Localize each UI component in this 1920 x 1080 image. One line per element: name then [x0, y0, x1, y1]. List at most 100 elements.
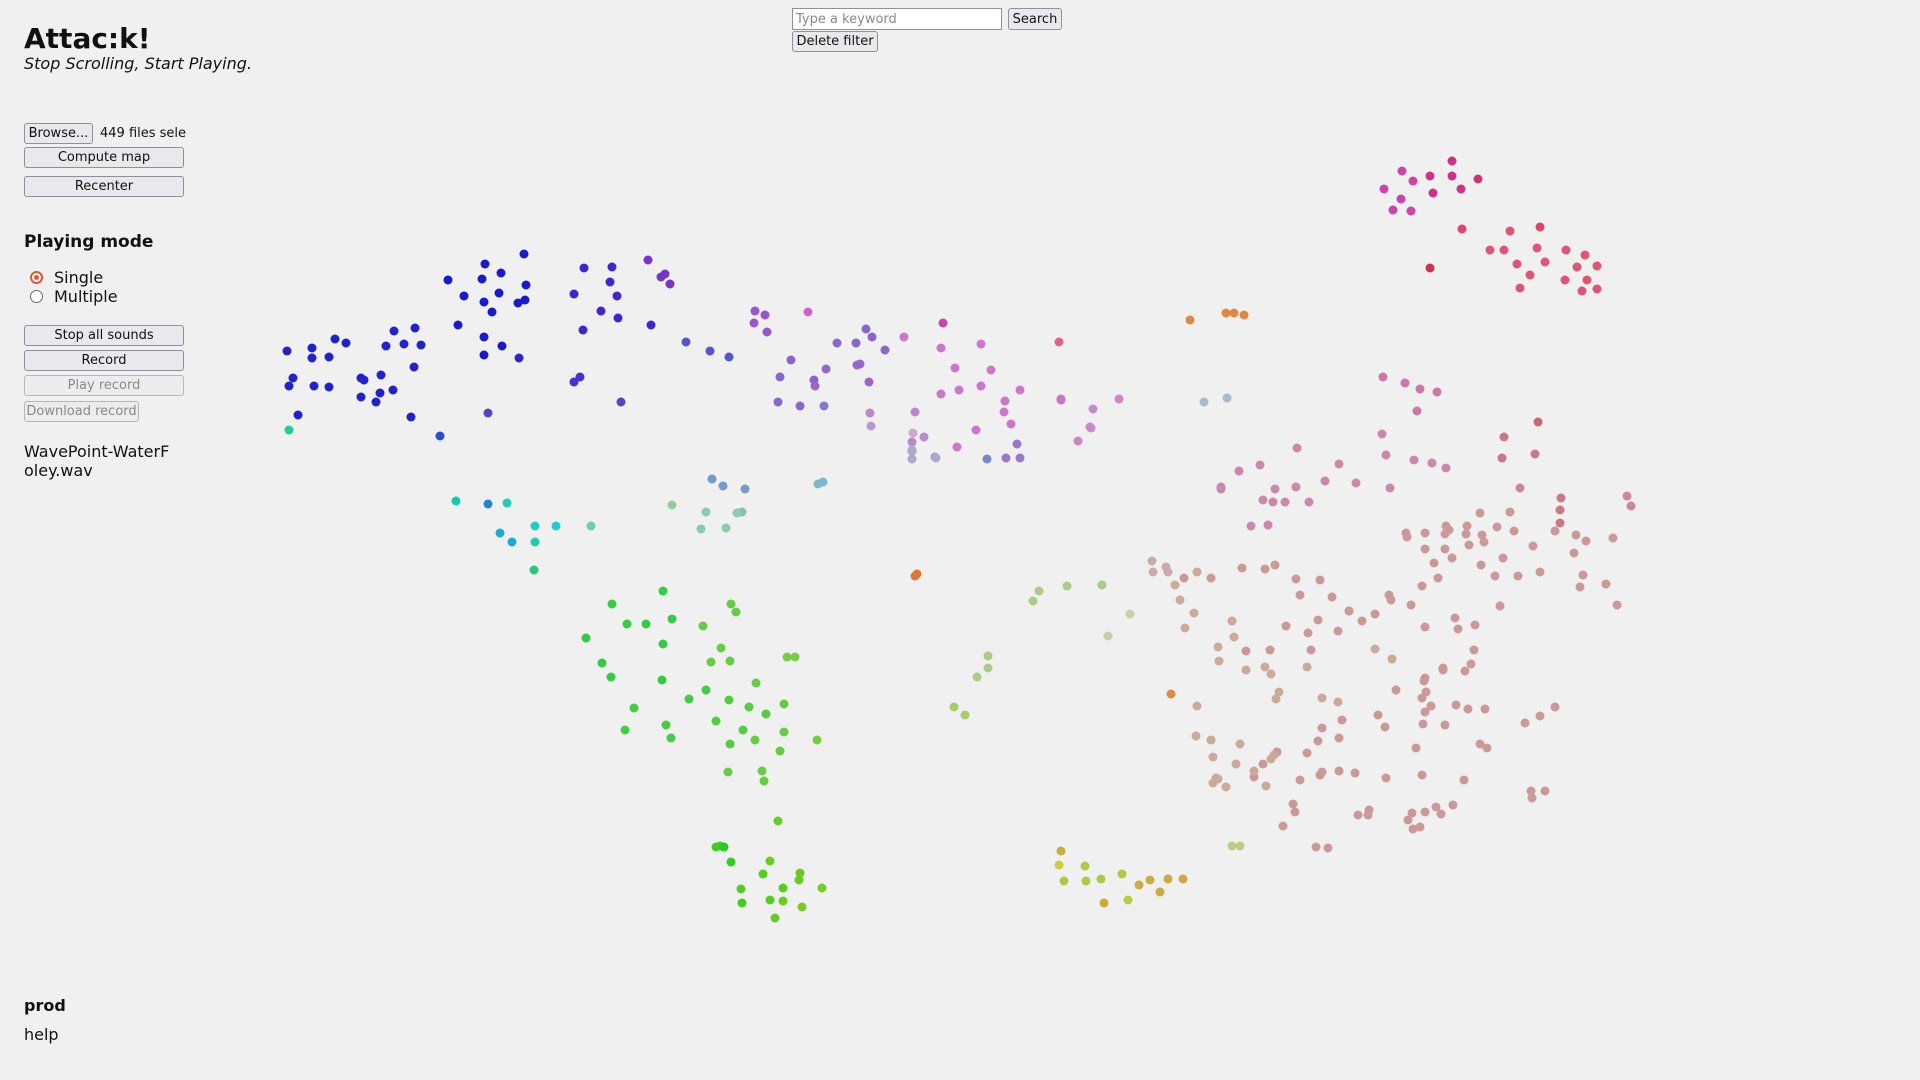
sound-point[interactable]	[775, 746, 785, 756]
sound-point[interactable]	[912, 569, 922, 579]
sound-point[interactable]	[1403, 815, 1413, 825]
sound-point[interactable]	[1378, 372, 1388, 382]
sound-map[interactable]	[0, 0, 1920, 1080]
sound-point[interactable]	[681, 337, 691, 347]
sound-point[interactable]	[938, 318, 948, 328]
sound-point[interactable]	[1540, 786, 1550, 796]
sound-point[interactable]	[1155, 887, 1165, 897]
sound-point[interactable]	[1406, 206, 1416, 216]
sound-point[interactable]	[773, 397, 783, 407]
sound-point[interactable]	[1292, 443, 1302, 453]
sound-point[interactable]	[1185, 315, 1195, 325]
sound-point[interactable]	[1396, 194, 1406, 204]
sound-point[interactable]	[1170, 580, 1180, 590]
sound-point[interactable]	[1497, 453, 1507, 463]
sound-point[interactable]	[666, 733, 676, 743]
sound-point[interactable]	[832, 338, 842, 348]
sound-point[interactable]	[1323, 843, 1333, 853]
download-record-button[interactable]: Download record	[24, 401, 139, 422]
sound-point[interactable]	[1054, 337, 1064, 347]
sound-point[interactable]	[723, 767, 733, 777]
sound-point[interactable]	[1206, 573, 1216, 583]
sound-point[interactable]	[1015, 453, 1025, 463]
sound-point[interactable]	[1145, 875, 1155, 885]
sound-point[interactable]	[1499, 245, 1509, 255]
sound-point[interactable]	[1469, 645, 1479, 655]
sound-point[interactable]	[1056, 394, 1066, 404]
sound-point[interactable]	[1241, 665, 1251, 675]
sound-point[interactable]	[1056, 846, 1066, 856]
sound-point[interactable]	[719, 842, 729, 852]
sound-point[interactable]	[483, 408, 493, 418]
sound-point[interactable]	[976, 381, 986, 391]
sound-point[interactable]	[1475, 508, 1485, 518]
recenter-button[interactable]: Recenter	[24, 176, 184, 197]
sound-point[interactable]	[521, 280, 531, 290]
sound-point[interactable]	[1179, 573, 1189, 583]
sound-point[interactable]	[1263, 520, 1273, 530]
sound-point[interactable]	[866, 421, 876, 431]
sound-point[interactable]	[641, 619, 651, 629]
sound-point[interactable]	[1397, 166, 1407, 176]
sound-point[interactable]	[607, 262, 617, 272]
sound-point[interactable]	[790, 652, 800, 662]
sound-point[interactable]	[960, 710, 970, 720]
sound-point[interactable]	[578, 325, 588, 335]
sound-point[interactable]	[307, 353, 317, 363]
sound-point[interactable]	[1512, 259, 1522, 269]
sound-point[interactable]	[1295, 590, 1305, 600]
sound-point[interactable]	[620, 725, 630, 735]
sound-point[interactable]	[725, 739, 735, 749]
sound-point[interactable]	[1447, 156, 1457, 166]
sound-point[interactable]	[495, 528, 505, 538]
sound-point[interactable]	[821, 364, 831, 374]
sound-point[interactable]	[1425, 171, 1435, 181]
sound-point[interactable]	[760, 310, 770, 320]
mode-multiple-option[interactable]: Multiple	[30, 287, 118, 306]
sound-point[interactable]	[1447, 171, 1457, 181]
sound-point[interactable]	[613, 313, 623, 323]
sound-point[interactable]	[1384, 590, 1394, 600]
sound-point[interactable]	[605, 277, 615, 287]
sound-point[interactable]	[751, 678, 761, 688]
sound-point[interactable]	[1447, 553, 1457, 563]
sound-point[interactable]	[616, 397, 626, 407]
sound-point[interactable]	[749, 318, 759, 328]
sound-point[interactable]	[1012, 439, 1022, 449]
sound-point[interactable]	[1495, 601, 1505, 611]
sound-point[interactable]	[1408, 824, 1418, 834]
sound-point[interactable]	[983, 651, 993, 661]
sound-point[interactable]	[910, 407, 920, 417]
sound-point[interactable]	[1464, 540, 1474, 550]
sound-point[interactable]	[1189, 608, 1199, 618]
sound-point[interactable]	[657, 675, 667, 685]
sound-point[interactable]	[880, 345, 890, 355]
sound-point[interactable]	[1163, 567, 1173, 577]
sound-point[interactable]	[1313, 615, 1323, 625]
sound-point[interactable]	[1241, 646, 1251, 656]
sound-point[interactable]	[1280, 497, 1290, 507]
sound-point[interactable]	[1268, 497, 1278, 507]
sound-point[interactable]	[1302, 662, 1312, 672]
sound-point[interactable]	[1402, 532, 1412, 542]
sound-point[interactable]	[1408, 176, 1418, 186]
sound-point[interactable]	[586, 521, 596, 531]
sound-point[interactable]	[530, 537, 540, 547]
sound-point[interactable]	[762, 327, 772, 337]
mode-single-option[interactable]: Single	[30, 268, 103, 287]
sound-point[interactable]	[1550, 702, 1560, 712]
sound-point[interactable]	[1269, 750, 1279, 760]
sound-point[interactable]	[1258, 759, 1268, 769]
sound-point[interactable]	[1099, 898, 1109, 908]
sound-point[interactable]	[899, 332, 909, 342]
sound-point[interactable]	[1461, 529, 1471, 539]
play-record-button[interactable]: Play record	[24, 375, 184, 396]
sound-point[interactable]	[701, 507, 711, 517]
sound-point[interactable]	[1175, 595, 1185, 605]
sound-point[interactable]	[778, 896, 788, 906]
sound-point[interactable]	[1163, 874, 1173, 884]
sound-point[interactable]	[1498, 553, 1508, 563]
sound-point[interactable]	[1473, 174, 1483, 184]
sound-point[interactable]	[1370, 609, 1380, 619]
sound-point[interactable]	[1428, 188, 1438, 198]
